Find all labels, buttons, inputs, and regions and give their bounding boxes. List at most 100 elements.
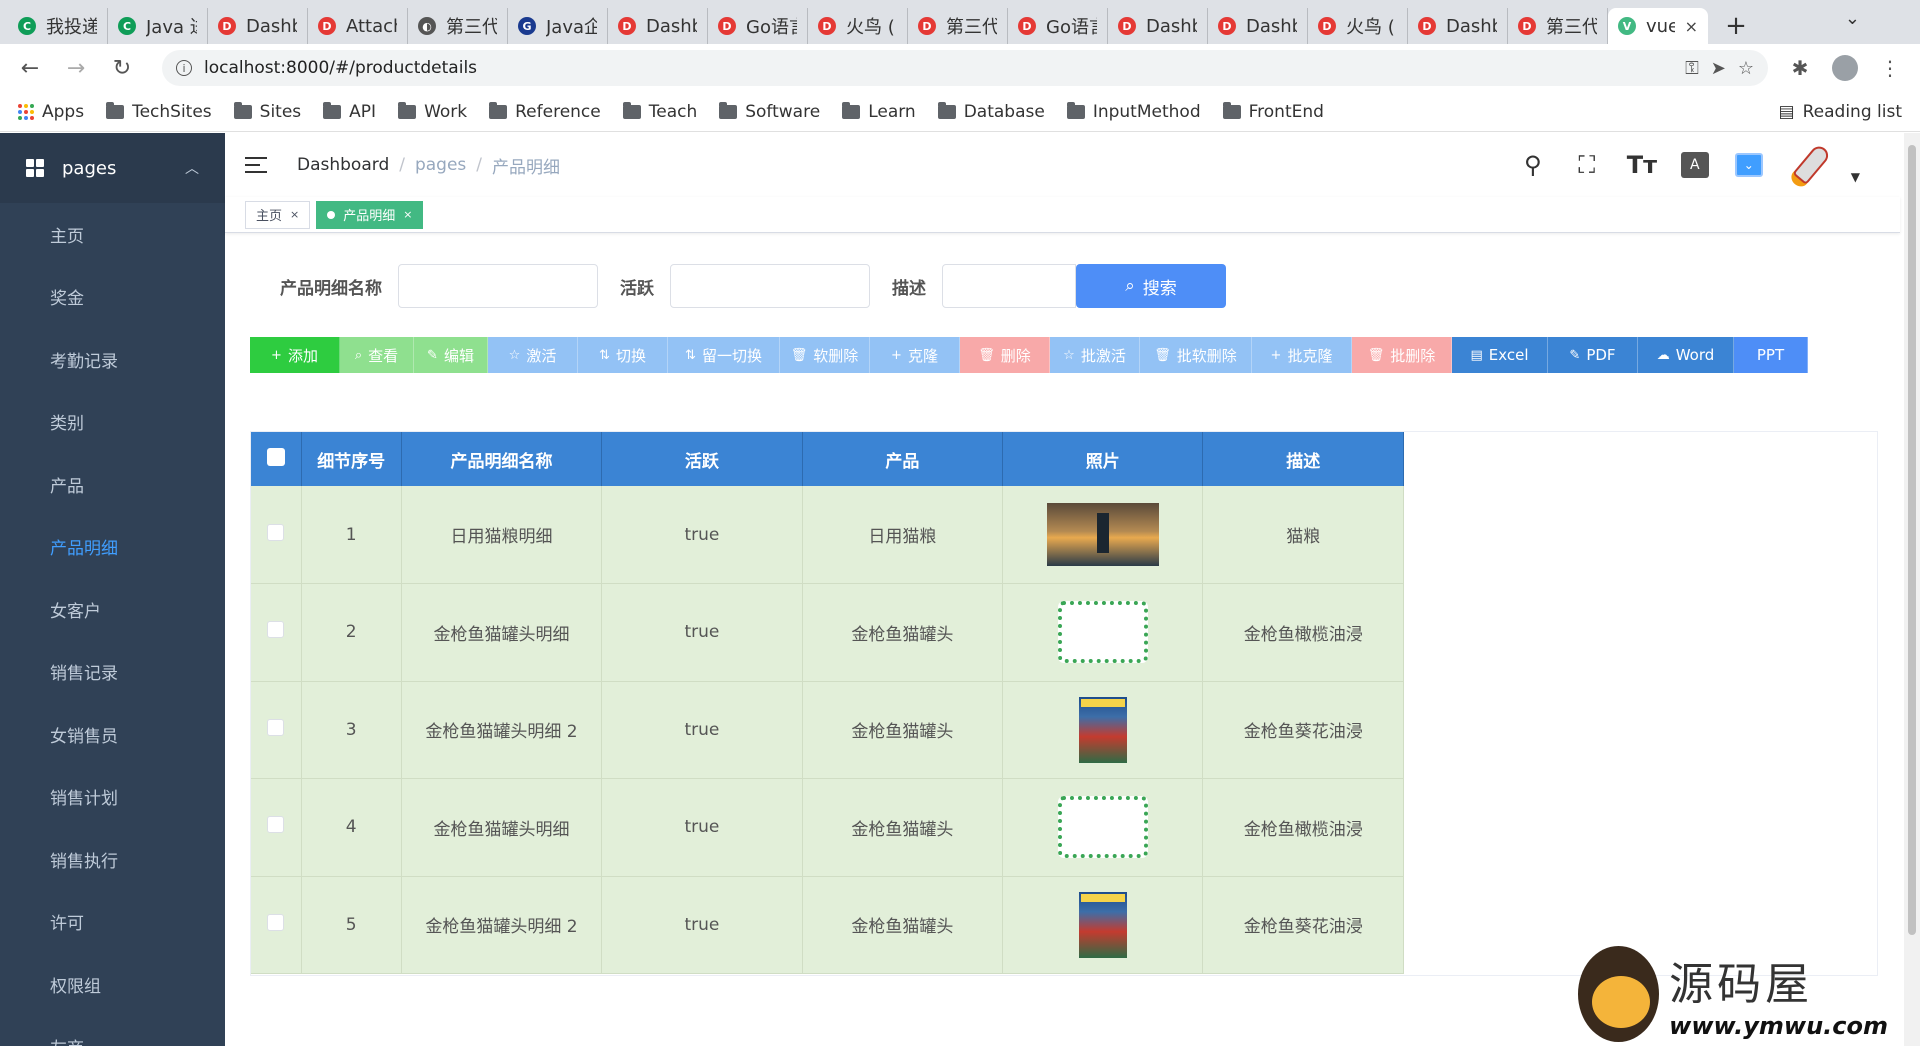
action-button[interactable]: ☆ 批激活	[1050, 337, 1140, 373]
bookmark-folder[interactable]: Teach	[622, 101, 697, 122]
action-button[interactable]: + 批克隆	[1252, 337, 1352, 373]
sidebar-item[interactable]: 销售执行	[0, 828, 225, 891]
tag-close-icon[interactable]: ×	[403, 208, 412, 221]
bookmark-folder[interactable]: Database	[937, 101, 1045, 122]
browser-tab[interactable]: D Go语言	[1008, 8, 1108, 44]
row-checkbox[interactable]	[267, 718, 285, 736]
table-row[interactable]: 1 日用猫粮明细 true 日用猫粮 猫粮	[251, 486, 1404, 584]
bookmark-folder[interactable]: Sites	[233, 101, 301, 122]
browser-tab[interactable]: D Attach	[308, 8, 408, 44]
browser-tab[interactable]: D Dashb	[1208, 8, 1308, 44]
action-button[interactable]: ✎ PDF	[1548, 337, 1638, 373]
browser-tab[interactable]: C Java 进	[108, 8, 208, 44]
column-header[interactable]: 描述	[1202, 432, 1404, 486]
action-button[interactable]: ⇅ 切换	[578, 337, 668, 373]
action-button[interactable]: + 添加	[250, 337, 340, 373]
sidebar-item[interactable]: 产品明细	[0, 516, 225, 579]
row-checkbox[interactable]	[267, 913, 285, 931]
column-header[interactable]: 照片	[1002, 432, 1204, 486]
back-arrow-icon[interactable]: ←	[16, 56, 44, 81]
star-icon[interactable]: ☆	[1738, 58, 1754, 79]
bookmark-folder[interactable]: InputMethod	[1066, 101, 1201, 122]
page-scrollbar[interactable]	[1904, 133, 1920, 1046]
site-info-icon[interactable]: i	[176, 60, 192, 76]
bookmark-folder[interactable]: FrontEnd	[1222, 101, 1324, 122]
action-button[interactable]: ⇅ 留一切换	[668, 337, 780, 373]
key-icon[interactable]: ⚿	[1685, 58, 1699, 79]
bookmark-folder[interactable]: Work	[398, 101, 467, 122]
action-button[interactable]: + 克隆	[870, 337, 960, 373]
search-button[interactable]: ⌕ 搜索	[1076, 264, 1226, 308]
sidebar-item[interactable]: 主页	[0, 203, 225, 266]
action-button[interactable]: 🗑 删除	[960, 337, 1050, 373]
browser-tab[interactable]: G Java企	[508, 8, 608, 44]
select-all-checkbox[interactable]	[266, 447, 285, 466]
tab-close-icon[interactable]: ×	[1685, 17, 1698, 36]
row-checkbox[interactable]	[267, 816, 285, 834]
column-header[interactable]: 产品明细名称	[401, 432, 603, 486]
scrollbar-thumb[interactable]	[1908, 145, 1916, 935]
tag-product-details[interactable]: 产品明细 ×	[316, 200, 424, 229]
reload-icon[interactable]: ↻	[108, 56, 136, 81]
column-header[interactable]: 活跃	[601, 432, 803, 486]
table-row[interactable]: 5 金枪鱼猫罐头明细 2 true 金枪鱼猫罐头 金枪鱼葵花油浸	[251, 876, 1404, 974]
url-field[interactable]: i localhost:8000/#/productdetails ⚿ ➤ ☆	[162, 50, 1768, 86]
extensions-icon[interactable]: ✱	[1786, 56, 1814, 80]
browser-tab[interactable]: D Dashb	[1408, 8, 1508, 44]
tag-close-icon[interactable]: ×	[290, 208, 299, 221]
browser-tab[interactable]: ◐ 第三代	[408, 8, 508, 44]
fullscreen-icon[interactable]: ⛶	[1573, 151, 1601, 179]
tag-home[interactable]: 主页 ×	[245, 200, 311, 229]
action-button[interactable]: ✎ 编辑	[414, 337, 488, 373]
breadcrumb-dashboard[interactable]: Dashboard	[297, 155, 389, 175]
product-photo-thumbnail[interactable]	[1057, 796, 1148, 859]
sidebar-item[interactable]: 产品	[0, 453, 225, 516]
bookmark-apps[interactable]: Apps	[18, 102, 84, 122]
sidebar-item[interactable]: 许可	[0, 891, 225, 954]
sidebar-item[interactable]: 女销售员	[0, 703, 225, 766]
tab-search-icon[interactable]: ⌄	[1845, 8, 1860, 29]
browser-tab[interactable]: D 第三代	[908, 8, 1008, 44]
sidebar-item[interactable]: 类别	[0, 391, 225, 454]
font-size-icon[interactable]: Tт	[1627, 151, 1657, 179]
column-header[interactable]: 细节序号	[301, 432, 402, 486]
caret-down-icon[interactable]: ▼	[1851, 170, 1860, 184]
sidebar-item[interactable]: 考勤记录	[0, 328, 225, 391]
browser-tab-active[interactable]: Vvue ×	[1608, 8, 1708, 44]
row-checkbox[interactable]	[267, 621, 285, 639]
action-button[interactable]: ▤ Excel	[1452, 337, 1548, 373]
action-button[interactable]: 🗑 批软删除	[1140, 337, 1252, 373]
browser-tab[interactable]: D Go语言	[708, 8, 808, 44]
browser-tab[interactable]: D 火鸟 (	[808, 8, 908, 44]
table-row[interactable]: 4 金枪鱼猫罐头明细 true 金枪鱼猫罐头 金枪鱼橄榄油浸	[251, 778, 1404, 877]
rocket-avatar[interactable]	[1787, 140, 1839, 190]
action-button[interactable]: PPT	[1734, 337, 1808, 373]
sidebar-menu-pages[interactable]: pages ︿	[0, 133, 225, 203]
column-header[interactable]: 产品	[802, 432, 1004, 486]
filter-active-input[interactable]	[670, 264, 870, 308]
row-select-cell[interactable]	[251, 583, 302, 682]
action-button[interactable]: ☆ 激活	[488, 337, 578, 373]
sidebar-item[interactable]: 友商	[0, 1016, 225, 1046]
filter-name-input[interactable]	[398, 264, 598, 308]
more-menu-icon[interactable]: ⋮	[1876, 56, 1904, 80]
row-select-cell[interactable]	[251, 876, 302, 974]
bookmark-folder[interactable]: Reference	[489, 101, 601, 122]
row-select-cell[interactable]	[251, 778, 302, 877]
browser-tab[interactable]: D 第三代	[1508, 8, 1608, 44]
search-icon[interactable]: ⚲	[1519, 151, 1547, 179]
row-select-cell[interactable]	[251, 681, 302, 779]
product-photo-thumbnail[interactable]	[1078, 696, 1127, 763]
browser-tab[interactable]: D 火鸟 (	[1308, 8, 1408, 44]
action-button[interactable]: ☁ Word	[1638, 337, 1734, 373]
reading-list[interactable]: ▤ Reading list	[1779, 92, 1902, 132]
bookmark-folder[interactable]: TechSites	[106, 101, 212, 122]
bookmark-folder[interactable]: Learn	[842, 101, 916, 122]
layout-select-icon[interactable]: ⌄	[1734, 153, 1763, 177]
product-photo-thumbnail[interactable]	[1078, 891, 1127, 958]
url-text[interactable]: localhost:8000/#/productdetails	[204, 58, 1673, 78]
send-icon[interactable]: ➤	[1711, 58, 1726, 79]
bookmark-folder[interactable]: Software	[719, 101, 820, 122]
action-button[interactable]: 🗑 批删除	[1352, 337, 1452, 373]
filter-desc-input[interactable]	[942, 264, 1076, 308]
